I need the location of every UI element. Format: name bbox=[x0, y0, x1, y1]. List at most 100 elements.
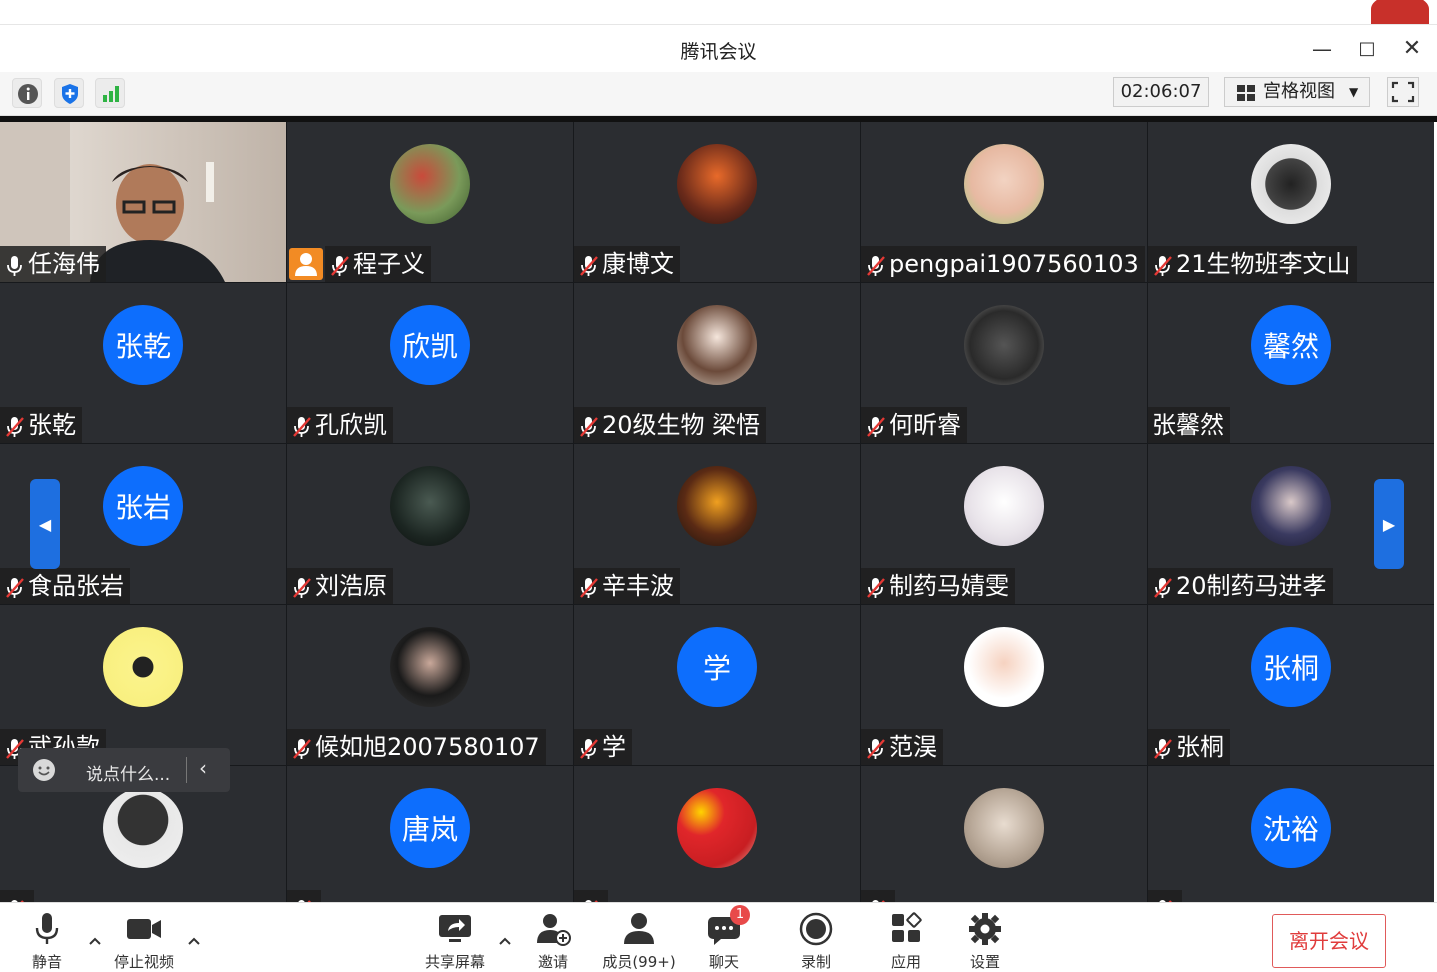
participant-tile[interactable]: 张乾 张乾 bbox=[0, 283, 286, 443]
participant-avatar bbox=[677, 305, 757, 385]
participant-name: 孔欣凯 bbox=[315, 411, 387, 439]
participant-name-bar: 张桐 bbox=[1148, 729, 1230, 765]
participant-tile[interactable]: 馨然 张馨然 bbox=[1148, 283, 1434, 443]
participant-avatar: 张岩 bbox=[103, 466, 183, 546]
participant-tile[interactable]: 20级生物 梁悟 bbox=[574, 283, 860, 443]
record-button[interactable]: 录制 bbox=[796, 911, 836, 971]
participant-name: 20制药马进孝 bbox=[1176, 572, 1327, 600]
participant-tile[interactable]: 刘浩原 bbox=[287, 444, 573, 604]
participant-tile[interactable]: 武孙款 bbox=[0, 605, 286, 765]
participant-tile[interactable]: 辛丰波 bbox=[574, 444, 860, 604]
mic-muted-icon bbox=[578, 252, 600, 276]
participant-avatar bbox=[964, 788, 1044, 868]
participant-tile[interactable]: 制药马婧雯 bbox=[861, 444, 1147, 604]
participant-avatar bbox=[677, 466, 757, 546]
participant-avatar: 张乾 bbox=[103, 305, 183, 385]
participant-tile[interactable]: pengpai1907560103 bbox=[861, 122, 1147, 282]
participant-avatar bbox=[103, 627, 183, 707]
participant-tile[interactable]: 学学 bbox=[574, 605, 860, 765]
close-icon[interactable]: ✕ bbox=[1397, 35, 1427, 63]
participant-name: 制药马婧雯 bbox=[889, 572, 1009, 600]
stop-video-label: 停止视频 bbox=[113, 953, 174, 971]
participant-tile[interactable] bbox=[574, 766, 860, 902]
participant-avatar: 唐岚 bbox=[390, 788, 470, 868]
participant-tile[interactable]: 唐岚 bbox=[287, 766, 573, 902]
participant-tile[interactable]: 康博文 bbox=[574, 122, 860, 282]
participant-tile[interactable]: 候如旭2007580107 bbox=[287, 605, 573, 765]
minimize-icon[interactable]: — bbox=[1307, 35, 1337, 63]
participant-tile[interactable]: 任海伟 bbox=[0, 122, 286, 282]
audio-options-chevron-icon[interactable] bbox=[88, 931, 101, 945]
mic-muted-icon bbox=[291, 735, 313, 759]
mic-muted-icon bbox=[291, 413, 313, 437]
participant-name-bar: 制药马婧雯 bbox=[861, 568, 1015, 604]
participant-tile[interactable]: 范淏 bbox=[861, 605, 1147, 765]
apps-label: 应用 bbox=[890, 953, 921, 971]
participant-name-bar: 21生物班李文山 bbox=[1148, 246, 1357, 282]
mic-muted-icon bbox=[865, 413, 887, 437]
members-button[interactable]: 成员(99+) bbox=[600, 911, 678, 971]
chat-label: 聊天 bbox=[708, 953, 739, 971]
chat-input-placeholder[interactable]: 说点什么... bbox=[86, 760, 170, 785]
video-options-chevron-icon[interactable] bbox=[187, 931, 200, 945]
apps-button[interactable]: 应用 bbox=[886, 911, 926, 971]
participant-name-bar: 刘浩原 bbox=[287, 568, 393, 604]
participant-name-bar: 何昕睿 bbox=[861, 407, 967, 443]
members-label: 成员(99+) bbox=[602, 953, 676, 971]
stop-video-button[interactable]: 停止视频 bbox=[108, 911, 180, 971]
chat-popup[interactable]: 说点什么... ‹ bbox=[18, 748, 230, 792]
settings-button[interactable]: 设置 bbox=[965, 911, 1005, 971]
participant-tile[interactable]: 沈裕 bbox=[1148, 766, 1434, 902]
participant-avatar: 张桐 bbox=[1251, 627, 1331, 707]
invite-button[interactable]: 邀请 bbox=[532, 911, 574, 971]
participant-tile[interactable]: 欣凯 孔欣凯 bbox=[287, 283, 573, 443]
view-label: 宫格视图 bbox=[1263, 81, 1335, 102]
mic-muted-icon bbox=[578, 735, 600, 759]
mic-muted-icon bbox=[291, 574, 313, 598]
share-screen-icon bbox=[435, 911, 475, 947]
gear-icon bbox=[965, 911, 1005, 947]
participant-name-bar: 张乾 bbox=[0, 407, 82, 443]
participant-tile[interactable]: 何昕睿 bbox=[861, 283, 1147, 443]
security-shield-icon[interactable] bbox=[54, 78, 84, 108]
mic-muted-icon bbox=[578, 574, 600, 598]
members-icon bbox=[619, 911, 659, 947]
meeting-timer: 02:06:07 bbox=[1113, 77, 1209, 107]
participant-tile[interactable]: 张桐 张桐 bbox=[1148, 605, 1434, 765]
participant-avatar: 欣凯 bbox=[390, 305, 470, 385]
participant-name-bar bbox=[861, 890, 895, 902]
fullscreen-icon[interactable] bbox=[1387, 77, 1419, 107]
participant-tile[interactable]: 21生物班李文山 bbox=[1148, 122, 1434, 282]
collapse-chat-icon[interactable]: ‹ bbox=[199, 756, 207, 780]
prev-page-icon[interactable]: ◀ bbox=[30, 479, 60, 569]
emoji-icon[interactable] bbox=[32, 758, 56, 782]
view-selector[interactable]: 宫格视图 ▼ bbox=[1224, 77, 1370, 107]
signal-icon[interactable] bbox=[95, 78, 125, 108]
participant-name: 张乾 bbox=[28, 411, 76, 439]
participant-avatar bbox=[964, 627, 1044, 707]
mic-muted-icon bbox=[1152, 252, 1174, 276]
share-screen-button[interactable]: 共享屏幕 bbox=[420, 911, 490, 971]
mic-muted-icon bbox=[865, 252, 887, 276]
participant-name-bar: 张馨然 bbox=[1148, 407, 1230, 443]
info-icon[interactable] bbox=[12, 78, 42, 108]
participant-name-bar: 食品张岩 bbox=[0, 568, 130, 604]
participant-name-bar bbox=[574, 890, 608, 902]
participant-avatar bbox=[1251, 466, 1331, 546]
participant-tile[interactable] bbox=[861, 766, 1147, 902]
maximize-icon[interactable]: □ bbox=[1352, 35, 1382, 63]
participant-avatar: 沈裕 bbox=[1251, 788, 1331, 868]
next-page-icon[interactable]: ▶ bbox=[1374, 479, 1404, 569]
mute-button[interactable]: 静音 bbox=[26, 911, 68, 971]
share-options-chevron-icon[interactable] bbox=[498, 931, 511, 945]
participant-name: 辛丰波 bbox=[602, 572, 674, 600]
settings-label: 设置 bbox=[969, 953, 1000, 971]
chat-button[interactable]: 1 聊天 bbox=[704, 905, 750, 971]
participant-name: 康博文 bbox=[602, 250, 674, 278]
participant-avatar bbox=[390, 466, 470, 546]
participant-avatar bbox=[103, 788, 183, 868]
participant-name: 21生物班李文山 bbox=[1176, 250, 1351, 278]
participant-tile[interactable]: 程子义 bbox=[287, 122, 573, 282]
chat-unread-badge: 1 bbox=[730, 905, 750, 925]
leave-meeting-button[interactable]: 离开会议 bbox=[1272, 914, 1386, 968]
